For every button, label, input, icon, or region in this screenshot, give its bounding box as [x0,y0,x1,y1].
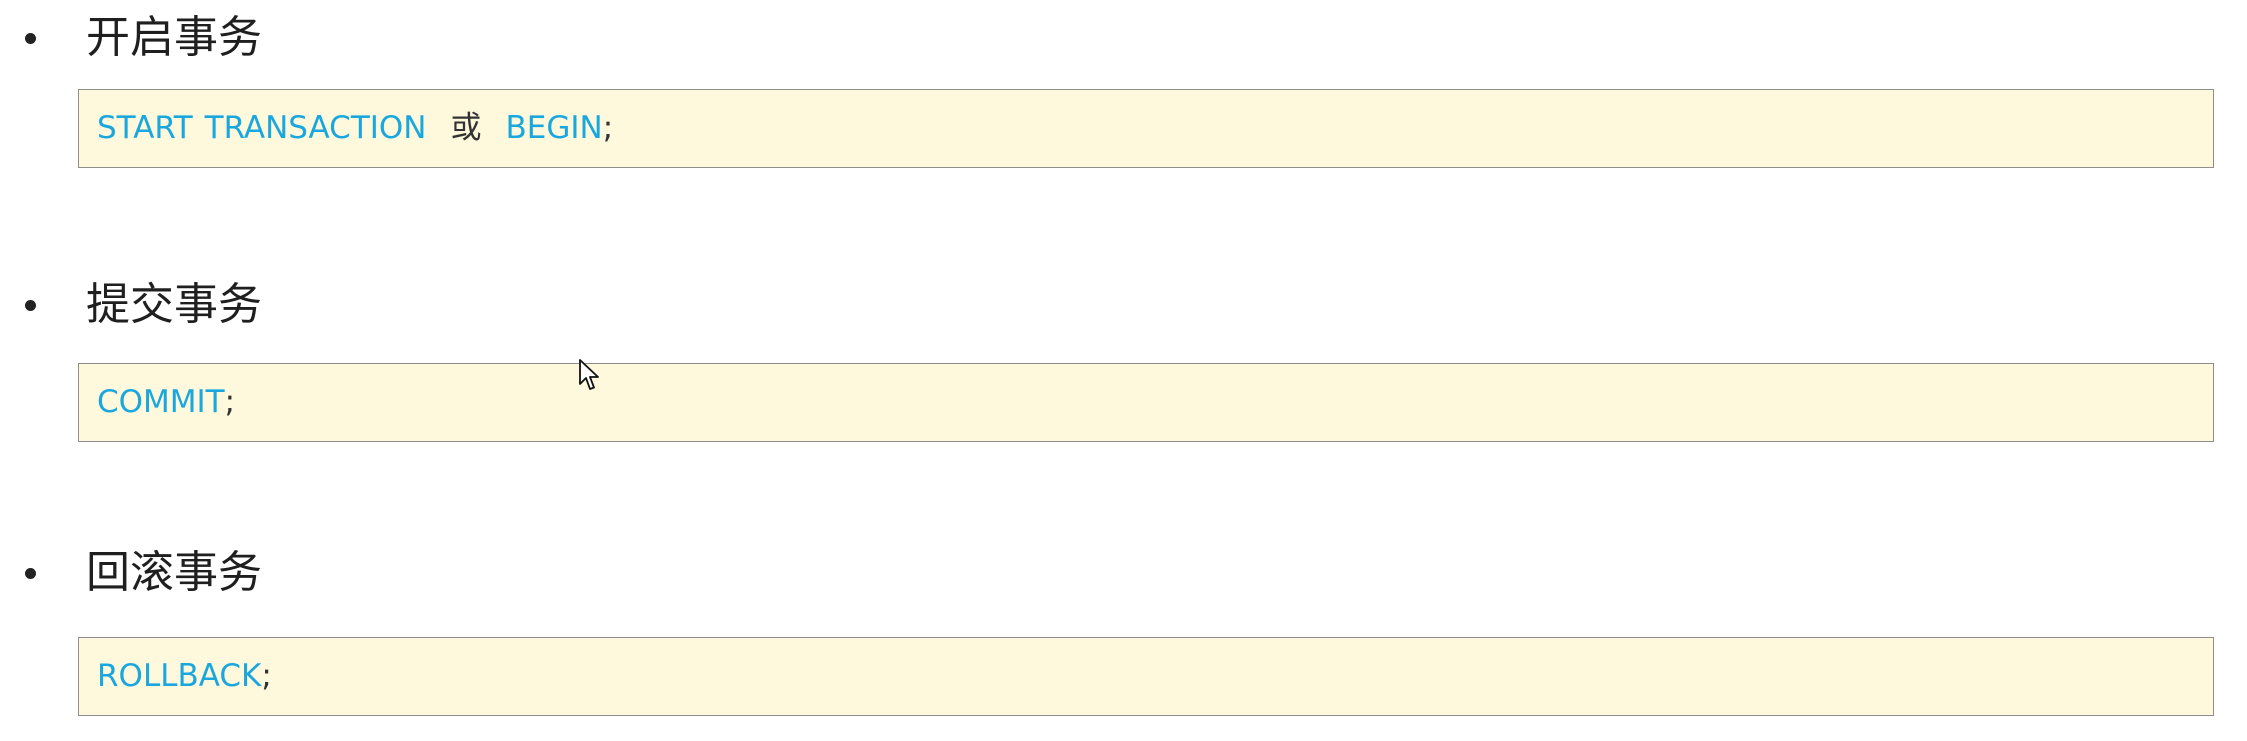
bullet-item-rollback: 回滚事务 [0,543,600,603]
code-keyword-rollback: ROLLBACK [97,658,262,694]
code-semicolon: ; [224,384,236,420]
code-keyword-begin: BEGIN [505,110,603,146]
bullet-dot-icon [25,300,36,311]
code-keyword-start: START [97,110,193,146]
code-line-rollback: ROLLBACK; [97,638,272,715]
bullet-item-begin: 开启事务 [0,8,600,68]
code-block-commit: COMMIT; [78,363,2214,442]
code-keyword-transaction: TRANSACTION [204,110,427,146]
heading-begin-transaction: 开启事务 [86,12,262,63]
code-text-or: 或 [450,110,482,146]
heading-commit-transaction: 提交事务 [86,279,262,330]
bullet-item-commit: 提交事务 [0,275,600,335]
code-line-begin: START TRANSACTION 或 BEGIN; [97,90,613,167]
bullet-dot-icon [25,568,36,579]
bullet-dot-icon [25,33,36,44]
heading-rollback-transaction: 回滚事务 [86,547,262,598]
code-block-rollback: ROLLBACK; [78,637,2214,716]
mouse-pointer-icon [579,359,599,390]
code-semicolon: ; [602,110,614,146]
code-line-commit: COMMIT; [97,364,235,441]
code-semicolon: ; [261,658,272,694]
code-keyword-commit: COMMIT [97,384,225,420]
code-block-begin: START TRANSACTION 或 BEGIN; [78,89,2214,168]
